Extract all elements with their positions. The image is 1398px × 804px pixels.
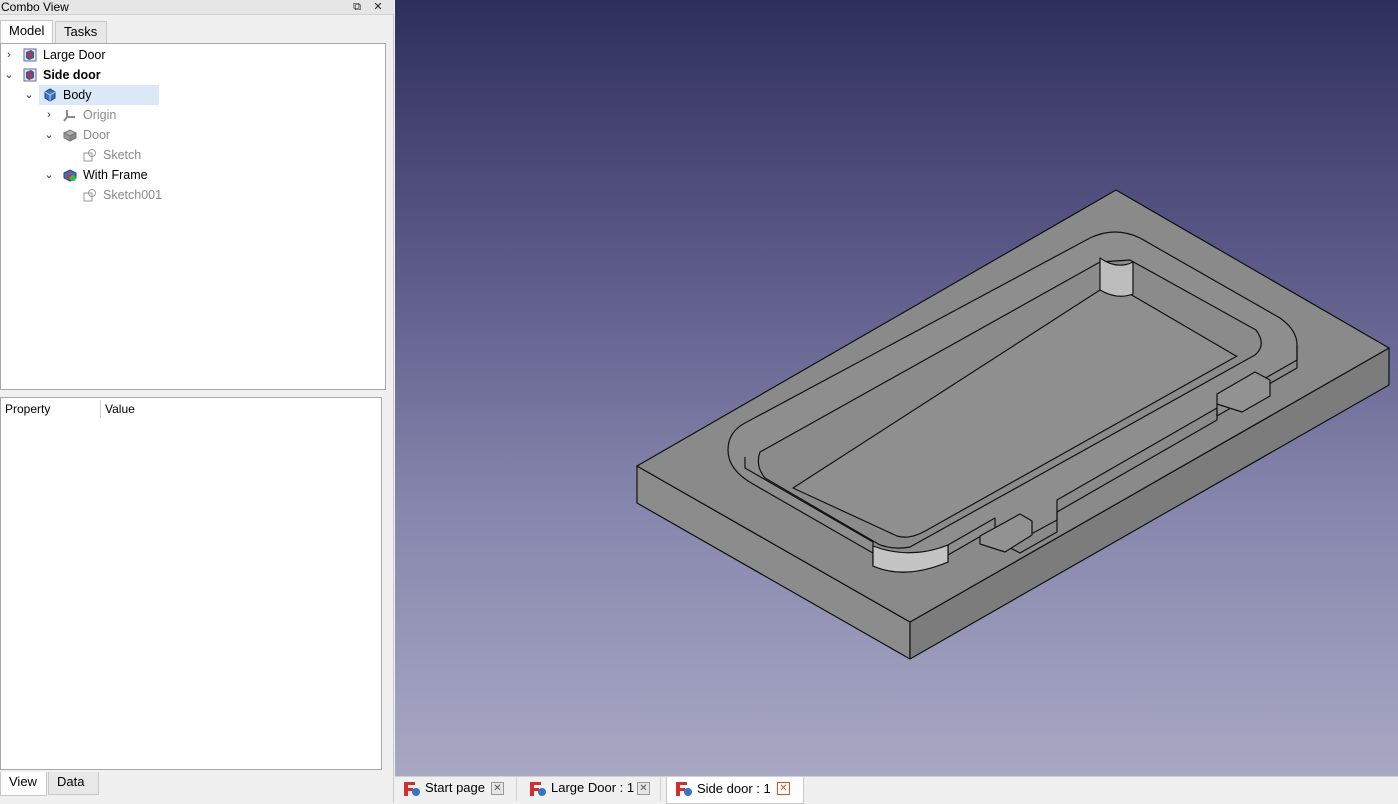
pocket-icon	[63, 169, 77, 182]
part-design-document-icon	[23, 48, 37, 62]
pad-icon	[63, 129, 77, 142]
close-tab-icon[interactable]: ✕	[777, 782, 790, 795]
tree-item-door[interactable]: ⌄ Door	[1, 125, 385, 145]
value-column-header[interactable]: Value	[105, 402, 135, 416]
chevron-right-icon[interactable]: ›	[43, 105, 55, 125]
chevron-down-icon[interactable]: ⌄	[43, 165, 55, 185]
chevron-right-icon[interactable]: ›	[3, 45, 15, 65]
doc-tab-label: Large Door : 1	[551, 780, 635, 795]
chevron-down-icon[interactable]: ⌄	[23, 85, 35, 105]
selection-highlight	[39, 85, 159, 105]
float-panel-button[interactable]: ⧉	[350, 0, 364, 14]
tree-item-label: With Frame	[83, 168, 148, 182]
tree-item-origin[interactable]: › Origin	[1, 105, 385, 125]
doc-tab-large-door[interactable]: Large Door : 1 ✕	[521, 777, 661, 801]
document-tabs: Start page ✕ Large Door : 1 ✕ Side door …	[395, 776, 1398, 804]
tab-data[interactable]: Data	[48, 772, 99, 795]
doc-tab-label: Start page	[425, 780, 485, 795]
tree-item-large-door[interactable]: › Large Door	[1, 45, 385, 65]
close-tab-icon[interactable]: ✕	[637, 782, 650, 795]
model-tree: › Large Door ⌄ Side door ⌄ Body › Origin…	[0, 43, 386, 390]
tree-item-label: Large Door	[43, 48, 106, 62]
combo-view-panel: Combo View ⧉ ✕ Model Tasks › Large Door …	[0, 0, 394, 803]
freecad-icon	[404, 782, 420, 796]
part-design-document-icon	[23, 68, 37, 82]
doc-tab-label: Side door : 1	[697, 781, 771, 796]
origin-icon	[63, 110, 75, 122]
door-frame-model[interactable]	[395, 0, 1398, 776]
freecad-icon	[676, 782, 692, 796]
tree-item-label: Door	[83, 128, 111, 142]
column-divider[interactable]	[100, 400, 101, 418]
tree-item-side-door[interactable]: ⌄ Side door	[1, 65, 385, 85]
doc-tab-side-door[interactable]: Side door : 1 ✕	[666, 777, 804, 804]
property-editor: Property Value	[0, 397, 382, 770]
tab-model[interactable]: Model	[0, 20, 53, 43]
chevron-down-icon[interactable]: ⌄	[43, 125, 55, 145]
tree-item-sketch[interactable]: Sketch	[1, 145, 385, 165]
combo-view-titlebar: Combo View ⧉ ✕	[0, 0, 394, 15]
sketch-icon	[83, 189, 96, 202]
property-header: Property Value	[1, 398, 381, 420]
chevron-down-icon[interactable]: ⌄	[3, 65, 15, 85]
tree-item-label: Sketch001	[103, 188, 163, 202]
tab-view[interactable]: View	[0, 772, 47, 796]
tree-item-label: Origin	[83, 108, 117, 122]
close-tab-icon[interactable]: ✕	[491, 782, 504, 795]
body-icon	[44, 88, 56, 102]
tree-item-with-frame[interactable]: ⌄ With Frame	[1, 165, 385, 185]
tree-item-label: Body	[63, 88, 92, 102]
tree-item-label: Side door	[43, 68, 101, 82]
tree-item-label: Sketch	[103, 148, 142, 162]
tree-item-sketch001[interactable]: Sketch001	[1, 185, 385, 205]
3d-viewport[interactable]	[395, 0, 1398, 776]
combo-view-title: Combo View	[1, 0, 69, 14]
sketch-icon	[83, 149, 96, 162]
doc-tab-start-page[interactable]: Start page ✕	[395, 777, 517, 801]
property-column-header[interactable]: Property	[5, 402, 50, 416]
close-panel-button[interactable]: ✕	[371, 0, 385, 14]
tab-tasks[interactable]: Tasks	[55, 21, 107, 43]
freecad-icon	[530, 782, 546, 796]
tree-item-body[interactable]: ⌄ Body	[1, 85, 385, 105]
